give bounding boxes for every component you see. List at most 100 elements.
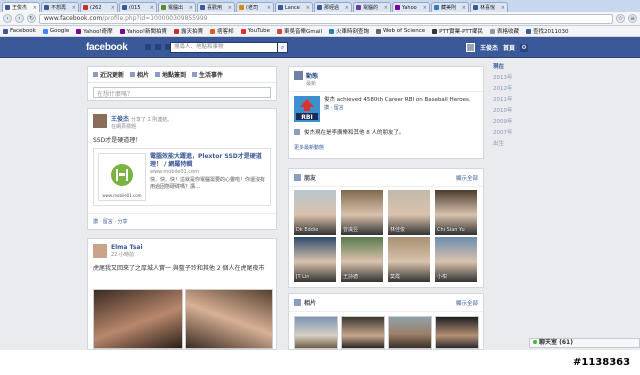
- browser-tab[interactable]: 那經過 ×: [314, 2, 352, 12]
- messages-icon[interactable]: [155, 44, 161, 50]
- close-icon[interactable]: ×: [267, 5, 271, 11]
- menu-icon[interactable]: ≡: [628, 14, 637, 23]
- bookmark-item[interactable]: Yahoo!新聞拍賣: [119, 27, 167, 35]
- browser-tab[interactable]: 不想再 ×: [41, 2, 79, 12]
- bookmark-item[interactable]: PTT實業-PTT鄉民: [432, 27, 483, 35]
- composer-tab-life-event[interactable]: 生活事件: [192, 70, 223, 79]
- friend-tile[interactable]: Chi Sian Yu: [435, 190, 477, 235]
- settings-gear-icon[interactable]: ⚙: [520, 43, 529, 52]
- close-icon[interactable]: ×: [189, 5, 193, 11]
- friend-tile[interactable]: 莫霞: [388, 237, 430, 282]
- bookmark-item[interactable]: 火車時刻查詢: [329, 27, 369, 35]
- timeline-year-link[interactable]: 2011年: [493, 95, 513, 106]
- fb-user-name[interactable]: 王俊杰: [480, 43, 498, 52]
- browser-tab[interactable]: (015 ×: [119, 2, 157, 12]
- friends-see-all[interactable]: 顯示全部: [456, 174, 478, 182]
- friend-tile[interactable]: 王詩德: [341, 237, 383, 282]
- close-icon[interactable]: ×: [423, 5, 427, 11]
- friends-title[interactable]: 朋友: [304, 173, 316, 182]
- timeline-year-link[interactable]: 現在: [493, 62, 513, 73]
- close-icon[interactable]: ×: [345, 5, 349, 11]
- browser-tab[interactable]: 電腦出 ×: [158, 2, 196, 12]
- browser-tab[interactable]: Lance ×: [275, 2, 313, 12]
- timeline-year-link[interactable]: 2009年: [493, 117, 513, 128]
- facebook-logo[interactable]: facebook: [86, 42, 128, 53]
- bookmark-item[interactable]: YouTube: [240, 28, 270, 34]
- bookmark-item[interactable]: Google: [42, 28, 69, 34]
- browser-tab[interactable]: 林喜悅 ×: [470, 2, 508, 12]
- fb-home-link[interactable]: 首頁: [503, 43, 515, 52]
- bookmark-item[interactable]: 東吳音樂Gmail: [276, 27, 322, 35]
- user-avatar[interactable]: [466, 43, 475, 52]
- composer-tab-checkin[interactable]: 地點簽到: [155, 70, 186, 79]
- reload-icon[interactable]: ↻: [27, 14, 36, 23]
- chat-bar[interactable]: 聊天室 (61): [529, 338, 640, 348]
- more-activity-link[interactable]: 更多最新動態: [289, 138, 483, 151]
- bookmark-item[interactable]: 露天拍賣: [174, 27, 203, 35]
- post-author[interactable]: Elma Tsai: [111, 244, 143, 251]
- browser-tab[interactable]: 喜歡用 ×: [197, 2, 235, 12]
- close-icon[interactable]: ×: [228, 5, 232, 11]
- bookmark-item[interactable]: Yahoo!奇摩: [76, 27, 113, 35]
- avatar[interactable]: [93, 114, 107, 128]
- post-photo-right[interactable]: [185, 289, 273, 349]
- activity-title[interactable]: 動態: [306, 71, 318, 80]
- browser-tab[interactable]: 電腦的 ×: [353, 2, 391, 12]
- photos-title[interactable]: 相片: [304, 298, 316, 307]
- photos-see-all[interactable]: 顯示全部: [456, 299, 478, 307]
- close-icon[interactable]: ×: [462, 5, 466, 11]
- timeline-year-link[interactable]: 2012年: [493, 84, 513, 95]
- friend-requests-icon[interactable]: [145, 44, 151, 50]
- bookmark-item[interactable]: Facebook: [3, 28, 36, 34]
- friend-tile[interactable]: 小柑: [435, 237, 477, 282]
- bookmark-item[interactable]: Web of Science: [376, 28, 425, 34]
- photo-thumb[interactable]: [435, 316, 479, 349]
- close-icon[interactable]: ×: [150, 5, 154, 11]
- forward-icon[interactable]: ›: [15, 14, 24, 23]
- friend-tile[interactable]: 曾識昱: [341, 190, 383, 235]
- friend-tile[interactable]: JT Lin: [294, 237, 336, 282]
- back-icon[interactable]: ‹: [3, 14, 12, 23]
- post-photo-left[interactable]: [93, 289, 183, 349]
- search-icon[interactable]: ⌕: [277, 42, 288, 53]
- close-icon[interactable]: ×: [111, 5, 115, 11]
- browser-tab[interactable]: (老司 ×: [236, 2, 274, 12]
- post-author[interactable]: 王俊杰: [111, 116, 129, 123]
- photo-thumb[interactable]: [388, 316, 432, 349]
- timeline-year-link[interactable]: 2007年: [493, 128, 513, 139]
- browser-tab[interactable]: Yahoo ×: [392, 2, 430, 12]
- timeline-year-link[interactable]: 2013年: [493, 73, 513, 84]
- browser-tab[interactable]: 王俊杰 ×: [2, 2, 40, 12]
- link-preview[interactable]: www.mobile01.com 電腦效能大躍進，Plextor SSD才是硬道…: [93, 148, 271, 206]
- composer-tab-photo[interactable]: 相片: [130, 70, 149, 79]
- friend-tile[interactable]: Dk Eddie: [294, 190, 336, 235]
- url-field[interactable]: www.facebook.com/profile.php?id=10000030…: [39, 13, 613, 24]
- close-icon[interactable]: ×: [72, 5, 76, 11]
- browser-tab[interactable]: (262 ×: [80, 2, 118, 12]
- link-thumbnail[interactable]: www.mobile01.com: [98, 153, 146, 201]
- link-title[interactable]: 電腦效能大躍進，Plextor SSD才是硬道理！ / 網羅特輯: [150, 153, 266, 169]
- close-icon[interactable]: ×: [306, 5, 310, 11]
- bookmark-item[interactable]: 查找2011030: [526, 27, 569, 35]
- avatar[interactable]: [93, 244, 107, 258]
- photo-thumb[interactable]: [341, 316, 385, 349]
- fb-search-input[interactable]: 搜尋人、地點和事物 ⌕: [170, 42, 288, 53]
- status-input[interactable]: 在想什麼嗎？: [93, 87, 271, 98]
- post-timestamp[interactable]: 在網頁標題: [111, 123, 172, 130]
- composer-tab-status[interactable]: 近況更新: [93, 70, 124, 79]
- bookmark-item[interactable]: 表格收藏: [490, 27, 519, 35]
- timeline-year-link[interactable]: 2010年: [493, 106, 513, 117]
- close-icon[interactable]: ×: [501, 5, 505, 11]
- timeline-year-link[interactable]: 出生: [493, 139, 513, 150]
- browser-tab[interactable]: 藏美則 ×: [431, 2, 469, 12]
- post-actions[interactable]: 讚 · 留言 · 分享: [88, 213, 276, 229]
- activity-game-actions[interactable]: 讚 · 留言: [324, 104, 478, 111]
- star-icon[interactable]: ☆: [616, 14, 625, 23]
- close-icon[interactable]: ×: [33, 5, 37, 11]
- friend-tile[interactable]: 林佳俊: [388, 190, 430, 235]
- baseball-heroes-rbi-icon[interactable]: RBI: [294, 96, 320, 122]
- post-timestamp[interactable]: 22 小時前: [111, 251, 143, 258]
- close-icon[interactable]: ×: [384, 5, 388, 11]
- bookmark-item[interactable]: 痞客邦: [210, 27, 234, 35]
- photo-thumb[interactable]: [294, 316, 338, 349]
